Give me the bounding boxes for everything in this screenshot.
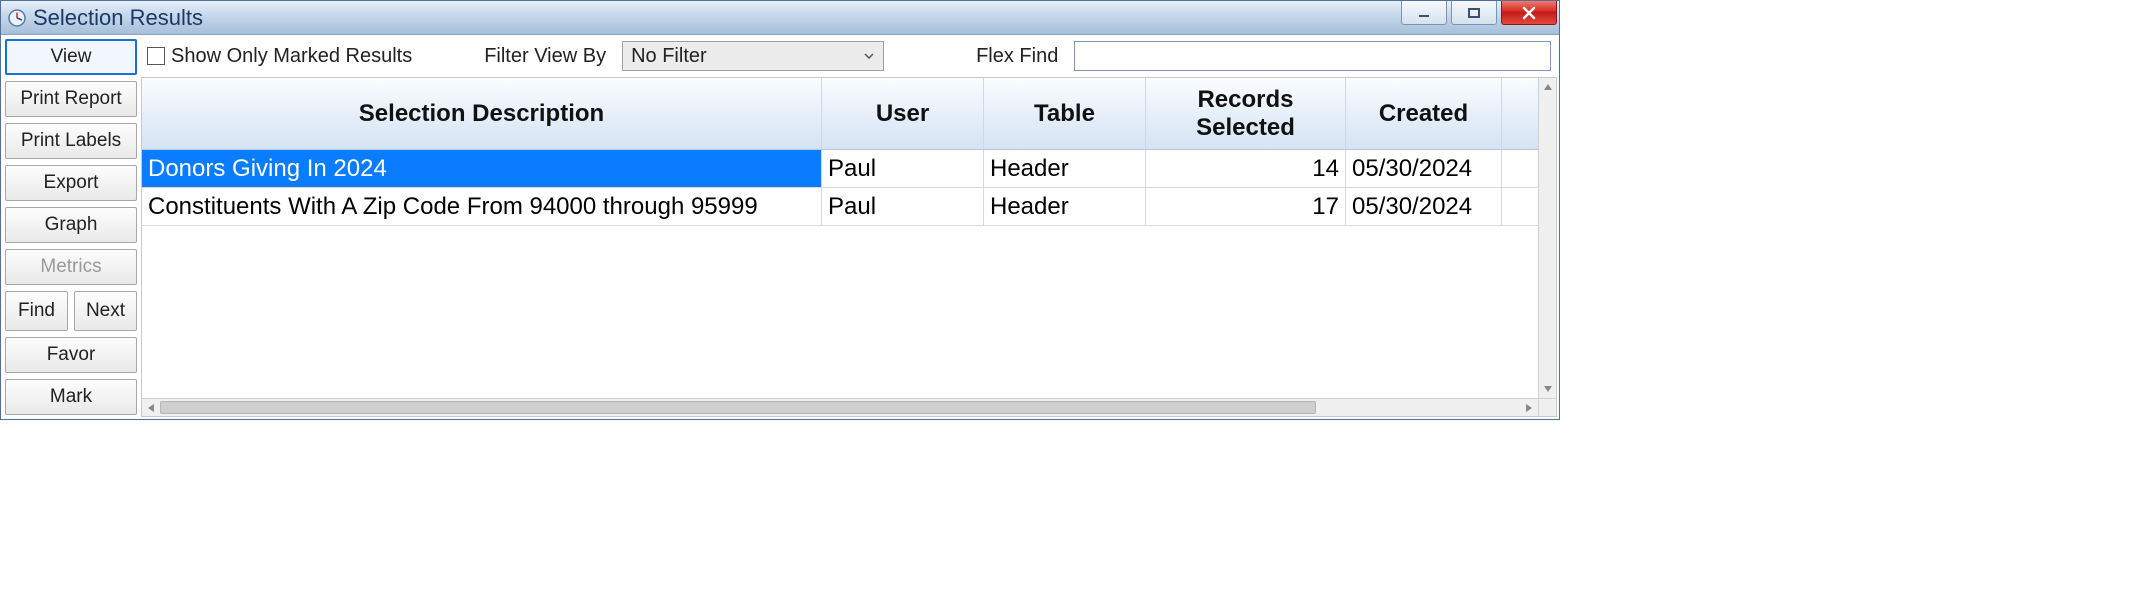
col-created[interactable]: Created xyxy=(1346,78,1502,149)
view-button[interactable]: View xyxy=(5,39,137,75)
titlebar: Selection Results xyxy=(1,1,1559,35)
cell-user: Paul xyxy=(822,188,984,225)
selection-results-window: Selection Results View Print Report Prin… xyxy=(0,0,1560,420)
find-button[interactable]: Find xyxy=(5,291,68,331)
favor-button[interactable]: Favor xyxy=(5,337,137,373)
table-row[interactable]: Constituents With A Zip Code From 94000 … xyxy=(142,188,1556,226)
maximize-button[interactable] xyxy=(1451,1,1497,25)
graph-button[interactable]: Graph xyxy=(5,207,137,243)
cell-created: 05/30/2024 xyxy=(1346,150,1502,187)
cell-table: Header xyxy=(984,188,1146,225)
cell-records: 14 xyxy=(1146,150,1346,187)
scroll-track xyxy=(1539,96,1556,380)
main-panel: Show Only Marked Results Filter View By … xyxy=(139,35,1559,419)
app-icon xyxy=(7,8,27,28)
table-header: Selection Description User Table Records… xyxy=(142,78,1556,150)
table-row[interactable]: Donors Giving In 2024 Paul Header 14 05/… xyxy=(142,150,1556,188)
cell-description: Constituents With A Zip Code From 94000 … xyxy=(142,188,822,225)
metrics-button: Metrics xyxy=(5,249,137,285)
col-user[interactable]: User xyxy=(822,78,984,149)
checkbox-box xyxy=(147,47,165,65)
cell-records: 17 xyxy=(1146,188,1346,225)
col-table[interactable]: Table xyxy=(984,78,1146,149)
flex-find-input[interactable] xyxy=(1074,41,1551,71)
flex-find-label: Flex Find xyxy=(976,45,1058,68)
results-table: Selection Description User Table Records… xyxy=(141,77,1557,417)
cell-description: Donors Giving In 2024 xyxy=(142,150,822,187)
export-button[interactable]: Export xyxy=(5,165,137,201)
show-only-marked-checkbox[interactable]: Show Only Marked Results xyxy=(147,45,412,68)
filter-view-by-value: No Filter xyxy=(631,45,707,68)
next-button[interactable]: Next xyxy=(74,291,137,331)
cell-created: 05/30/2024 xyxy=(1346,188,1502,225)
scroll-up-arrow-icon xyxy=(1539,78,1557,96)
scroll-left-arrow-icon xyxy=(142,399,160,417)
print-report-button[interactable]: Print Report xyxy=(5,81,137,117)
scroll-right-arrow-icon xyxy=(1520,399,1538,417)
print-labels-button[interactable]: Print Labels xyxy=(5,123,137,159)
window-controls xyxy=(1401,1,1559,34)
cell-user: Paul xyxy=(822,150,984,187)
minimize-button[interactable] xyxy=(1401,1,1447,25)
filter-view-by-select[interactable]: No Filter xyxy=(622,41,884,71)
vertical-scrollbar[interactable] xyxy=(1538,78,1556,398)
scroll-track xyxy=(160,399,1520,416)
sidebar: View Print Report Print Labels Export Gr… xyxy=(1,35,139,419)
window-title: Selection Results xyxy=(33,5,1401,31)
cell-table: Header xyxy=(984,150,1146,187)
toolbar: Show Only Marked Results Filter View By … xyxy=(139,35,1559,77)
col-description[interactable]: Selection Description xyxy=(142,78,822,149)
horizontal-scrollbar[interactable] xyxy=(142,398,1538,416)
filter-view-by-label: Filter View By xyxy=(484,45,606,68)
scroll-down-arrow-icon xyxy=(1539,380,1557,398)
scroll-corner xyxy=(1538,398,1556,416)
mark-button[interactable]: Mark xyxy=(5,379,137,415)
col-records[interactable]: Records Selected xyxy=(1146,78,1346,149)
close-button[interactable] xyxy=(1501,1,1557,25)
chevron-down-icon xyxy=(863,45,875,68)
scroll-thumb[interactable] xyxy=(160,401,1316,414)
show-only-marked-label: Show Only Marked Results xyxy=(171,45,412,68)
